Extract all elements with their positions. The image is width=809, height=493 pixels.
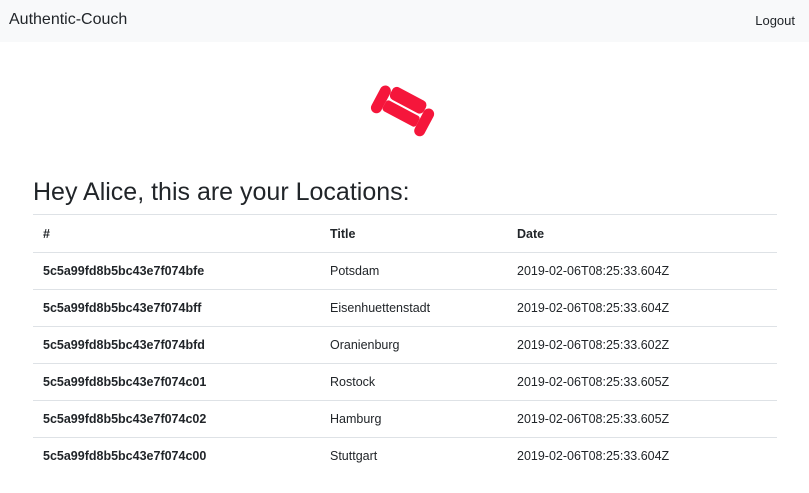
logout-link[interactable]: Logout — [755, 12, 795, 30]
navbar: Authentic-Couch Logout — [0, 0, 809, 42]
table-row: 5c5a99fd8b5bc43e7f074c00 Stuttgart 2019-… — [33, 437, 777, 475]
locations-table: # Title Date 5c5a99fd8b5bc43e7f074bfe Po… — [33, 214, 777, 475]
column-header-title: Title — [320, 214, 507, 253]
column-header-id: # — [33, 214, 320, 253]
table-row: 5c5a99fd8b5bc43e7f074c01 Rostock 2019-02… — [33, 363, 777, 401]
location-id: 5c5a99fd8b5bc43e7f074bfd — [33, 326, 320, 364]
location-title: Oranienburg — [320, 326, 507, 364]
location-id: 5c5a99fd8b5bc43e7f074c02 — [33, 400, 320, 438]
location-id: 5c5a99fd8b5bc43e7f074bfe — [33, 252, 320, 290]
location-title: Potsdam — [320, 252, 507, 290]
table-row: 5c5a99fd8b5bc43e7f074bfd Oranienburg 201… — [33, 326, 777, 364]
location-title: Stuttgart — [320, 437, 507, 475]
location-date: 2019-02-06T08:25:33.604Z — [507, 252, 777, 290]
column-header-date: Date — [507, 214, 777, 253]
table-row: 5c5a99fd8b5bc43e7f074c02 Hamburg 2019-02… — [33, 400, 777, 438]
location-date: 2019-02-06T08:25:33.604Z — [507, 437, 777, 475]
location-date: 2019-02-06T08:25:33.604Z — [507, 289, 777, 327]
brand-link[interactable]: Authentic-Couch — [9, 10, 127, 30]
location-date: 2019-02-06T08:25:33.605Z — [507, 363, 777, 401]
location-title: Eisenhuettenstadt — [320, 289, 507, 327]
table-row: 5c5a99fd8b5bc43e7f074bff Eisenhuettensta… — [33, 289, 777, 327]
location-id: 5c5a99fd8b5bc43e7f074c00 — [33, 437, 320, 475]
location-id: 5c5a99fd8b5bc43e7f074bff — [33, 289, 320, 327]
page-title: Hey Alice, this are your Locations: — [33, 178, 410, 206]
location-title: Rostock — [320, 363, 507, 401]
location-title: Hamburg — [320, 400, 507, 438]
couch-icon — [370, 80, 436, 140]
location-date: 2019-02-06T08:25:33.605Z — [507, 400, 777, 438]
table-row: 5c5a99fd8b5bc43e7f074bfe Potsdam 2019-02… — [33, 252, 777, 290]
location-date: 2019-02-06T08:25:33.602Z — [507, 326, 777, 364]
table-header-row: # Title Date — [33, 214, 777, 253]
location-id: 5c5a99fd8b5bc43e7f074c01 — [33, 363, 320, 401]
